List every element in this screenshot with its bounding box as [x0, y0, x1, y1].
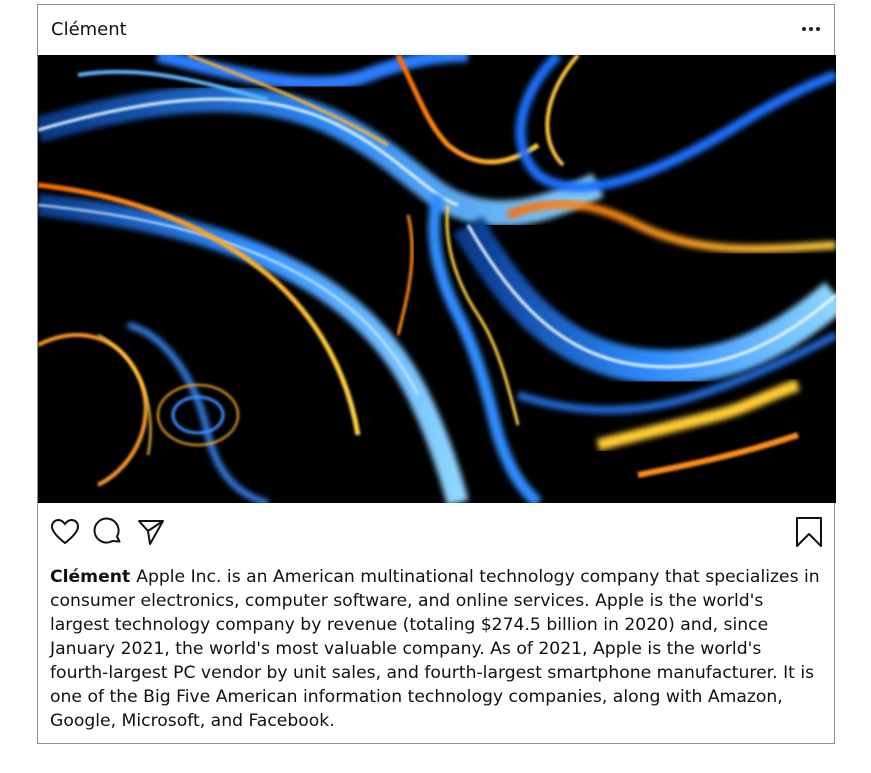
post-header: Clément: [38, 5, 834, 55]
comment-icon[interactable]: [93, 517, 123, 547]
send-icon[interactable]: [136, 517, 166, 547]
caption-text: Apple Inc. is an American multinational …: [50, 567, 820, 731]
post-actions: [38, 503, 834, 563]
heart-icon[interactable]: [50, 517, 80, 547]
post-image[interactable]: [38, 55, 836, 503]
post-caption: Clément Apple Inc. is an American multina…: [50, 565, 820, 733]
caption-author[interactable]: Clément: [50, 567, 130, 587]
bookmark-icon[interactable]: [794, 517, 824, 547]
post-card: Clément Clément Apple Inc. is an America…: [37, 4, 836, 744]
more-options-icon[interactable]: [800, 19, 822, 39]
post-username[interactable]: Clément: [51, 19, 127, 41]
